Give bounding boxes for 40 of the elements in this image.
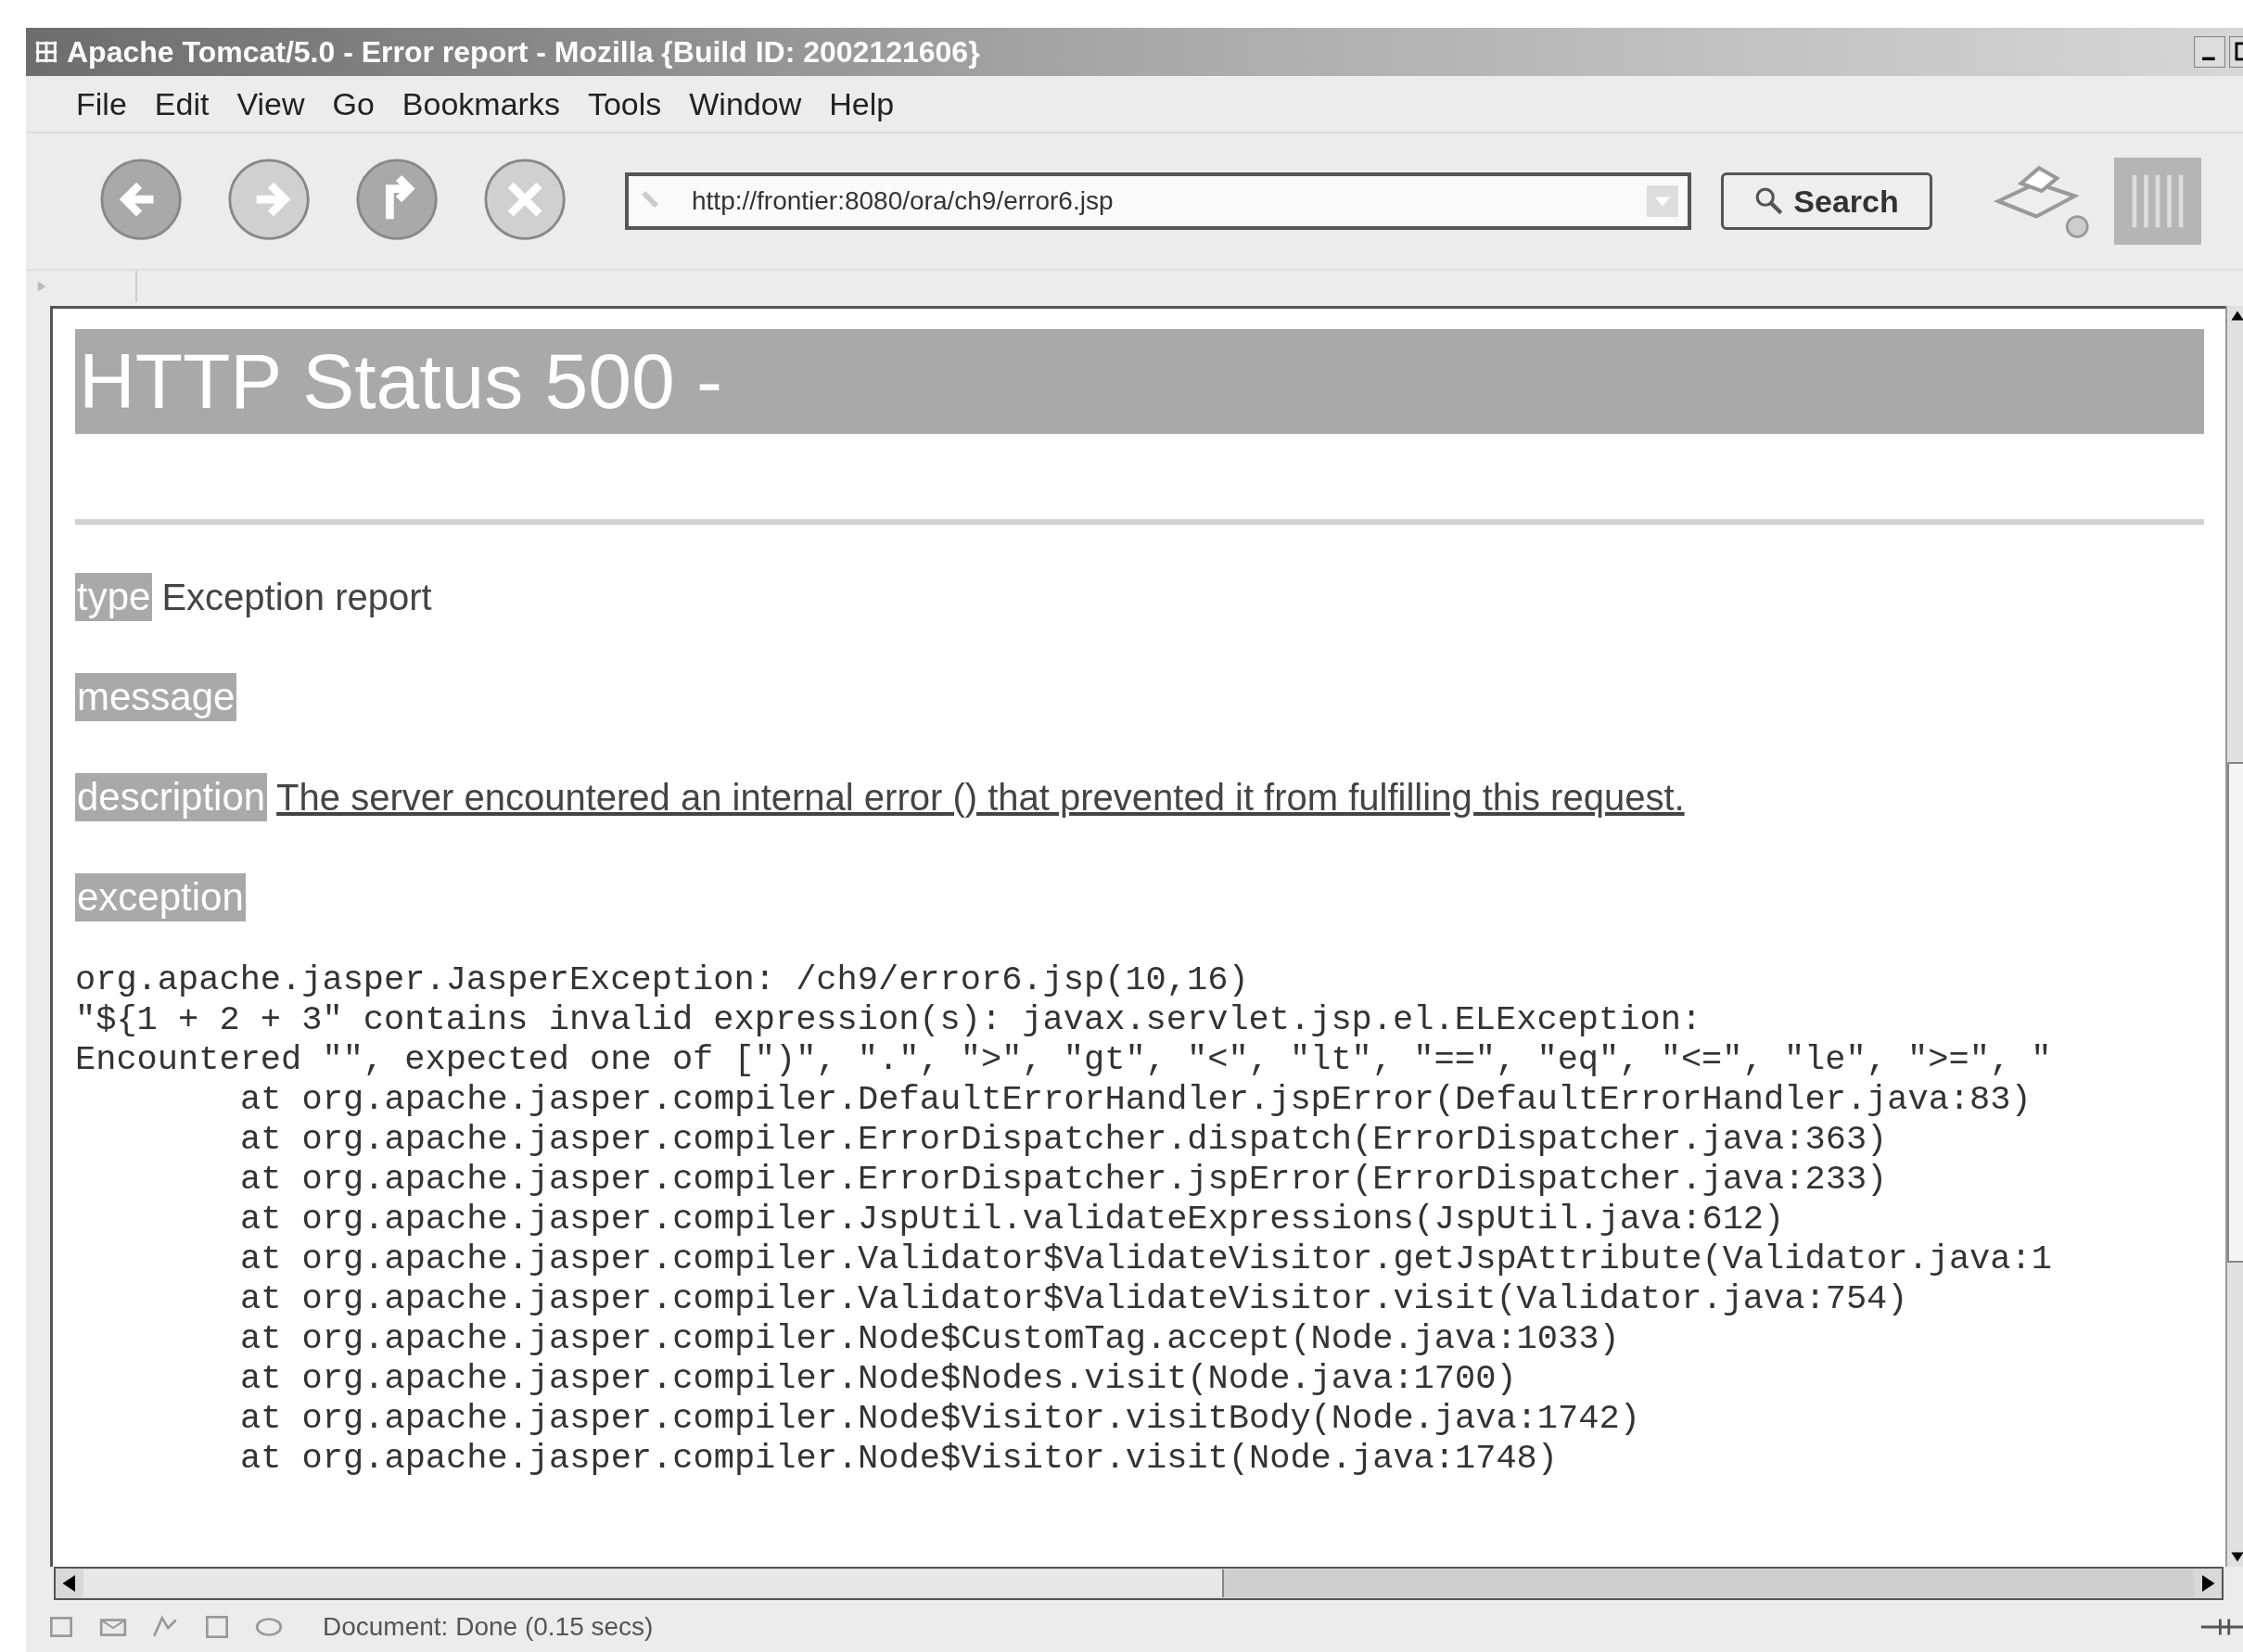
minimize-icon[interactable] xyxy=(2194,36,2225,68)
field-text: Exception report xyxy=(161,576,432,618)
stack-trace-line: at org.apache.jasper.compiler.Validator$ValidateVisitor.visit(Validator.java:754) xyxy=(239,1279,1909,1319)
horizontal-scrollbar[interactable] xyxy=(54,1567,2224,1600)
stack-trace-line: org.apache.jasper.JasperException: /ch9/error6.jsp(10,16) xyxy=(75,960,1250,1000)
stack-trace-line: at org.apache.jasper.compiler.Node$CustomTag.accept(Node.java:1033) xyxy=(239,1319,1621,1359)
window-title: Apache Tomcat/5.0 - Error report - Mozilla {Build ID: 2002121606} xyxy=(67,34,980,70)
stack-trace-line: at org.apache.jasper.compiler.Node$Visitor.visit(Node.java:1748) xyxy=(239,1439,1560,1479)
page-heading: HTTP Status 500 - xyxy=(75,329,2204,434)
stack-trace-line: at org.apache.jasper.compiler.ErrorDispatcher.jspError(ErrorDispatcher.java:233) xyxy=(239,1160,1889,1200)
app-icon xyxy=(33,39,59,65)
stack-trace-line: at org.apache.jasper.compiler.Validator$ValidateVisitor.getJspAttribute(Validator.java:1 xyxy=(239,1239,2053,1279)
field-label: message xyxy=(75,673,237,721)
stack-trace-line: Encountered "", expected one of [")", ".", ">", "gt", "<", "lt", "==", "eq", "<=", "le", ">=", " xyxy=(75,1040,2053,1080)
field-label: exception xyxy=(75,873,246,921)
menu-item[interactable]: View xyxy=(236,85,305,122)
menu-item[interactable]: Bookmarks xyxy=(401,85,560,122)
scroll-thumb[interactable] xyxy=(83,1569,1224,1597)
search-icon xyxy=(1754,186,1785,216)
menu-item[interactable]: Window xyxy=(689,85,802,122)
stack-trace-line: at org.apache.jasper.compiler.Node$Nodes.visit(Node.java:1700) xyxy=(239,1359,1518,1399)
menu-item[interactable]: Go xyxy=(332,85,375,122)
field-text: The server encountered an internal error () that prevented it from fulfilling this request. xyxy=(276,776,1685,819)
scroll-thumb[interactable] xyxy=(2227,762,2243,1263)
throbber-icon xyxy=(2114,158,2201,245)
status-text: Document: Done (0.15 secs) xyxy=(323,1612,654,1642)
menu-item[interactable]: Tools xyxy=(587,85,662,122)
stack-trace-line: at org.apache.jasper.compiler.ErrorDispatcher.dispatch(ErrorDispatcher.java:363) xyxy=(239,1120,1889,1160)
menu-item[interactable]: Edit xyxy=(154,85,210,122)
search-button[interactable]: Search xyxy=(1721,172,1932,230)
menu-item[interactable]: Help xyxy=(829,85,895,122)
url-field[interactable]: http://frontier:8080/ora/ch9/error6.jsp xyxy=(625,172,1691,230)
stack-trace-line: at org.apache.jasper.compiler.Node$Visitor.visitBody(Node.java:1742) xyxy=(239,1399,1641,1439)
menu-item[interactable]: File xyxy=(76,85,127,122)
field-label: description xyxy=(75,773,268,821)
stack-trace-line: at org.apache.jasper.compiler.JspUtil.validateExpressions(JspUtil.java:612) xyxy=(239,1200,1786,1239)
field-label: type xyxy=(75,573,153,621)
vertical-scrollbar[interactable] xyxy=(2225,306,2243,1567)
stack-trace-line: "${1 + 2 + 3" contains invalid expression(s): javax.servlet.jsp.el.ELException: xyxy=(75,1000,1703,1040)
stack-trace-line: at org.apache.jasper.compiler.DefaultErrorHandler.jspError(DefaultErrorHandler.java:83) xyxy=(239,1080,2033,1120)
